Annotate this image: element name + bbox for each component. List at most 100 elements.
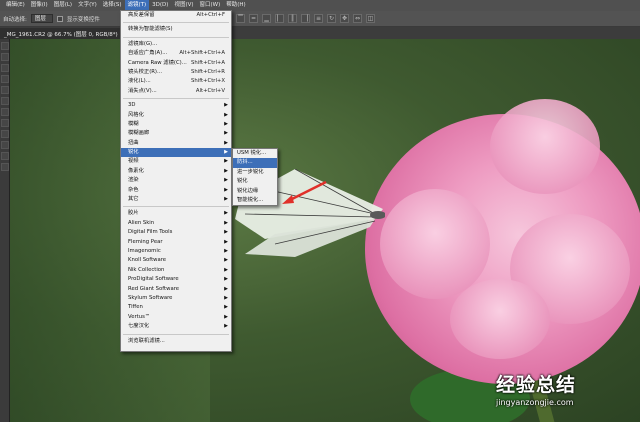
submenu-arrow-icon: ▶ xyxy=(224,167,228,174)
filter-menu-item[interactable]: Skylum Software ▶ xyxy=(121,294,231,303)
eyedropper-tool-icon[interactable] xyxy=(1,97,9,105)
move-tool-icon[interactable] xyxy=(1,42,9,50)
sharpen-submenu-item[interactable]: 锐化边缘 xyxy=(233,187,277,196)
filter-menu-item[interactable]: Nik Collection ▶ xyxy=(121,266,231,275)
eraser-tool-icon[interactable] xyxy=(1,152,9,160)
filter-menu-item-label: 模糊 xyxy=(128,120,139,127)
filter-menu-item[interactable]: 锐化 ▶ xyxy=(121,148,231,158)
align-bottom-icon[interactable]: ▁ xyxy=(262,14,271,23)
submenu-arrow-icon: ▶ xyxy=(224,196,228,203)
filter-menu-item[interactable]: 镜头校正(R)... Shift+Ctrl+R xyxy=(121,68,231,77)
healing-tool-icon[interactable] xyxy=(1,108,9,116)
filter-menu-item[interactable]: 杂色 ▶ xyxy=(121,186,231,195)
show-transform-checkbox[interactable] xyxy=(56,15,63,22)
filter-menu-item[interactable]: 视频 ▶ xyxy=(121,157,231,166)
rotate-3d-icon[interactable]: ↻ xyxy=(327,14,336,23)
submenu-arrow-icon: ▶ xyxy=(224,158,228,165)
filter-menu-item[interactable]: 浏览联机滤镜... xyxy=(121,337,231,346)
filter-menu-item[interactable]: 3D ▶ xyxy=(121,101,231,110)
pan-3d-icon[interactable]: ✥ xyxy=(340,14,349,23)
filter-menu-item[interactable]: ProDigital Software ▶ xyxy=(121,275,231,284)
sharpen-submenu-item[interactable]: 智能锐化... xyxy=(233,196,277,205)
align-left-icon[interactable]: ▏ xyxy=(275,14,284,23)
align-center-icon[interactable]: ║ xyxy=(288,14,297,23)
filter-menu-item[interactable]: 像素化 ▶ xyxy=(121,167,231,176)
sharpen-submenu: USM 锐化... 防抖... 进一步锐化 锐化 锐化边缘 智能锐化... xyxy=(232,148,278,206)
filter-menu-item[interactable]: 其它 ▶ xyxy=(121,195,231,204)
filter-menu-item[interactable]: 液化(L)... Shift+Ctrl+X xyxy=(121,77,231,86)
filter-menu-item-label: Knoll Software xyxy=(128,257,167,264)
submenu-arrow-icon: ▶ xyxy=(224,139,228,146)
filter-menu-item-label: 模糊画廊 xyxy=(128,130,150,137)
distribute-icon[interactable]: ≡ xyxy=(314,14,323,23)
stamp-tool-icon[interactable] xyxy=(1,130,9,138)
filter-menu-item[interactable]: Camera Raw 滤镜(C)... Shift+Ctrl+A xyxy=(121,59,231,68)
filter-menu-item[interactable]: 胶片 ▶ xyxy=(121,209,231,218)
menu-3[interactable]: 文字(Y) xyxy=(75,0,100,11)
filter-menu-item[interactable]: Tiffen ▶ xyxy=(121,303,231,312)
crop-tool-icon[interactable] xyxy=(1,86,9,94)
red-arrow-icon xyxy=(282,180,327,204)
filter-menu-item[interactable]: Knoll Software ▶ xyxy=(121,256,231,265)
submenu-arrow-icon: ▶ xyxy=(224,149,228,156)
document-tab-title: _MG_1961.CR2 @ 66.7% (图层 0, RGB/8*) xyxy=(4,31,118,38)
document-canvas[interactable] xyxy=(10,39,640,422)
filter-menu-item[interactable]: 转换为智能滤镜(S) xyxy=(121,25,231,34)
shortcut-label: Alt+Ctrl+V xyxy=(195,87,225,94)
auto-select-dropdown[interactable]: 图层 xyxy=(30,14,53,23)
filter-menu-item[interactable]: 自适应广角(A)... Alt+Shift+Ctrl+A xyxy=(121,49,231,58)
menu-2[interactable]: 图层(L) xyxy=(51,0,75,11)
filter-menu-item[interactable]: Digital Film Tools ▶ xyxy=(121,228,231,237)
filter-menu-item[interactable]: 滤镜库(G)... xyxy=(121,40,231,49)
filter-menu-item-label: 浏览联机滤镜... xyxy=(128,337,165,344)
filter-menu-item-label: 风格化 xyxy=(128,111,144,118)
filter-menu-item[interactable]: Vertus™ ▶ xyxy=(121,313,231,322)
auto-select-label: 自动选择: xyxy=(3,16,27,23)
menu-1[interactable]: 图像(I) xyxy=(28,0,51,11)
lasso-tool-icon[interactable] xyxy=(1,64,9,72)
history-brush-tool-icon[interactable] xyxy=(1,141,9,149)
filter-menu-item[interactable]: 模糊画廊 ▶ xyxy=(121,129,231,138)
filter-menu-item[interactable]: 消失点(V)... Alt+Ctrl+V xyxy=(121,87,231,96)
tools-panel xyxy=(0,39,10,422)
align-middle-icon[interactable]: ═ xyxy=(249,14,258,23)
filter-menu-item[interactable]: Fleming Pear ▶ xyxy=(121,238,231,247)
filter-menu-item[interactable]: Alien Skin ▶ xyxy=(121,219,231,228)
scale-3d-icon[interactable]: ◫ xyxy=(366,14,375,23)
menu-0[interactable]: 编辑(E) xyxy=(3,0,28,11)
filter-menu-item[interactable]: 模糊 ▶ xyxy=(121,120,231,129)
submenu-arrow-icon: ▶ xyxy=(224,247,228,254)
filter-menu-item[interactable]: 扭曲 ▶ xyxy=(121,139,231,148)
filter-menu-item-label: 杂色 xyxy=(128,186,139,193)
peony-petal xyxy=(490,99,600,194)
filter-menu-item-label: 锐化 xyxy=(128,149,139,156)
brush-tool-icon[interactable] xyxy=(1,119,9,127)
submenu-arrow-icon: ▶ xyxy=(224,238,228,245)
filter-menu-item[interactable]: 渲染 ▶ xyxy=(121,176,231,185)
sharpen-submenu-item[interactable]: 锐化 xyxy=(233,177,277,186)
align-top-icon[interactable]: ▔ xyxy=(236,14,245,23)
filter-menu-item-label: 渲染 xyxy=(128,177,139,184)
filter-menu-item[interactable]: Imagenomic ▶ xyxy=(121,247,231,256)
quick-select-tool-icon[interactable] xyxy=(1,75,9,83)
submenu-arrow-icon: ▶ xyxy=(224,210,228,217)
shortcut-label: Shift+Ctrl+R xyxy=(190,68,225,75)
align-right-icon[interactable]: ▕ xyxy=(301,14,310,23)
menu-separator xyxy=(123,96,229,100)
filter-menu-item-label: Skylum Software xyxy=(128,294,173,301)
filter-menu-item[interactable]: 风格化 ▶ xyxy=(121,111,231,120)
sharpen-submenu-item[interactable]: 防抖... xyxy=(233,158,277,168)
gradient-tool-icon[interactable] xyxy=(1,163,9,171)
sharpen-submenu-item[interactable]: USM 锐化... xyxy=(233,149,277,158)
filter-menu-item[interactable]: Red Giant Software ▶ xyxy=(121,285,231,294)
sharpen-submenu-item[interactable]: 进一步锐化 xyxy=(233,168,277,177)
filter-menu-item[interactable]: 高反差保留 Alt+Ctrl+F xyxy=(121,11,231,20)
document-tab[interactable]: _MG_1961.CR2 @ 66.7% (图层 0, RGB/8*) × xyxy=(0,28,130,39)
filter-menu-item[interactable]: 七度汉化 ▶ xyxy=(121,322,231,331)
submenu-arrow-icon: ▶ xyxy=(224,177,228,184)
filter-menu: 高反差保留 Alt+Ctrl+F 转换为智能滤镜(S) 滤镜库(G)... 自适应广角(… xyxy=(120,10,232,352)
marquee-tool-icon[interactable] xyxy=(1,53,9,61)
filter-menu-item-label: 视频 xyxy=(128,158,139,165)
submenu-arrow-icon: ▶ xyxy=(224,323,228,330)
slide-3d-icon[interactable]: ⇔ xyxy=(353,14,362,23)
